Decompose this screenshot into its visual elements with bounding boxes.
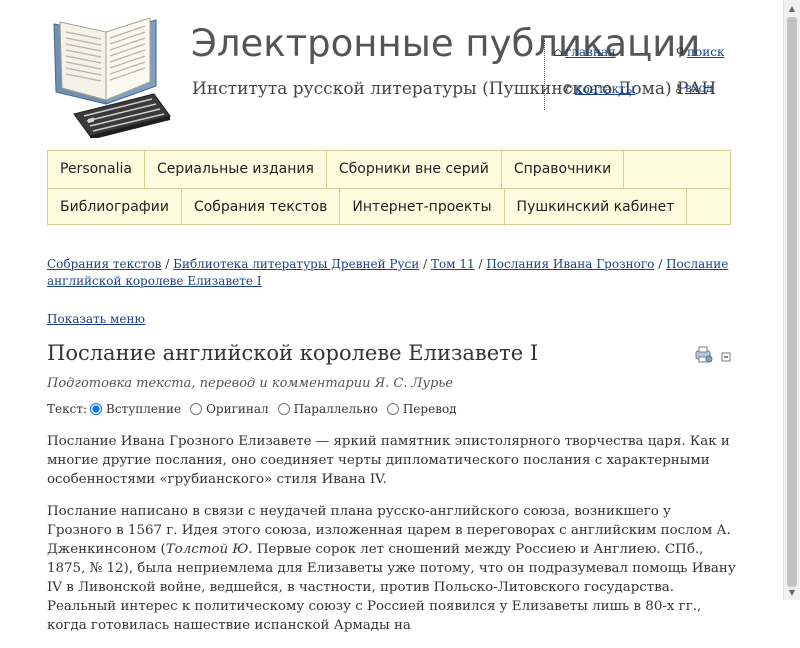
show-menu-link[interactable]: Показать меню [47,312,145,326]
contacts-icon: ✆ [562,82,574,96]
print-icon[interactable] [695,346,713,363]
option-translation[interactable]: Перевод [384,402,457,416]
nav-item-pushkin-cabinet[interactable]: Пушкинский кабинет [505,189,688,226]
radio-intro[interactable] [90,403,103,415]
breadcrumb-link[interactable]: Послания Ивана Грозного [486,257,654,271]
nav-item-text-collections[interactable]: Собрания текстов [182,189,341,226]
site-logo[interactable] [44,12,174,138]
scroll-down-icon[interactable]: ▼ [784,584,800,600]
radio-original[interactable] [190,403,203,415]
nav-item-bibliographies[interactable]: Библиографии [48,189,182,226]
breadcrumb-separator: / [165,257,170,271]
page-title: Послание английской королеве Елизавете I [47,341,539,365]
main-nav: Personalia Сериальные издания Сборники в… [47,150,731,226]
option-intro[interactable]: Вступление [87,402,181,416]
text-version-selector: Текст: Вступление Оригинал Параллельно П… [47,402,463,416]
key-icon: ⚷ [673,81,683,95]
collapse-icon[interactable] [721,352,731,362]
paragraph: Послание Ивана Грозного Елизавете — ярки… [47,434,730,487]
article-body: Послание Ивана Грозного Елизавете — ярки… [47,432,737,648]
breadcrumb: Собрания текстов / Библиотека литературы… [47,256,737,290]
nav-item-internet-projects[interactable]: Интернет-проекты [340,189,505,226]
nav-item-personalia[interactable]: Personalia [48,151,145,188]
breadcrumb-separator: / [658,257,663,271]
nav-item-serial-editions[interactable]: Сериальные издания [145,151,327,188]
login-link[interactable]: ⚷ вход [671,81,714,95]
site-subtitle: Института русской литературы (Пушкинског… [192,79,717,99]
option-parallel[interactable]: Параллельно [275,402,378,416]
option-original[interactable]: Оригинал [187,402,269,416]
contacts-link[interactable]: ✆ контакты [561,82,635,96]
vertical-scrollbar[interactable]: ▲ ▼ [783,0,800,600]
login-link-label[interactable]: вход [685,81,713,95]
search-link-label[interactable]: поиск [687,45,724,59]
page-tools [695,346,731,363]
nav-item-collections[interactable]: Сборники вне серий [327,151,502,188]
breadcrumb-link[interactable]: Собрания текстов [47,257,161,271]
search-icon: ⚲ [675,45,685,59]
scroll-up-icon[interactable]: ▲ [784,0,800,16]
text-selector-label: Текст: [47,402,88,416]
home-icon: ⌂ [553,45,563,59]
radio-parallel[interactable] [277,403,290,415]
breadcrumb-link[interactable]: Том 11 [431,257,475,271]
home-link-label[interactable]: главная [565,45,616,59]
contacts-link-label[interactable]: контакты [575,82,635,96]
home-link[interactable]: ⌂ главная [551,45,616,59]
header-divider [544,40,545,110]
site-title: Электронные публикации [191,22,701,65]
search-link[interactable]: ⚲ поиск [673,45,725,59]
nav-row: Personalia Сериальные издания Сборники в… [48,151,730,188]
nav-row: Библиографии Собрания текстов Интернет-п… [48,188,730,226]
radio-translation[interactable] [386,403,399,415]
citation-author: Толстой Ю. [165,542,253,557]
paragraph: Послание написано в связи с неудачей пла… [47,504,736,633]
breadcrumb-separator: / [478,257,483,271]
credit-line: Подготовка текста, перевод и комментарии… [47,376,454,391]
breadcrumb-separator: / [423,257,428,271]
breadcrumb-link[interactable]: Библиотека литературы Древней Руси [173,257,419,271]
scrollbar-thumb[interactable] [787,17,797,587]
nav-item-reference[interactable]: Справочники [502,151,625,188]
